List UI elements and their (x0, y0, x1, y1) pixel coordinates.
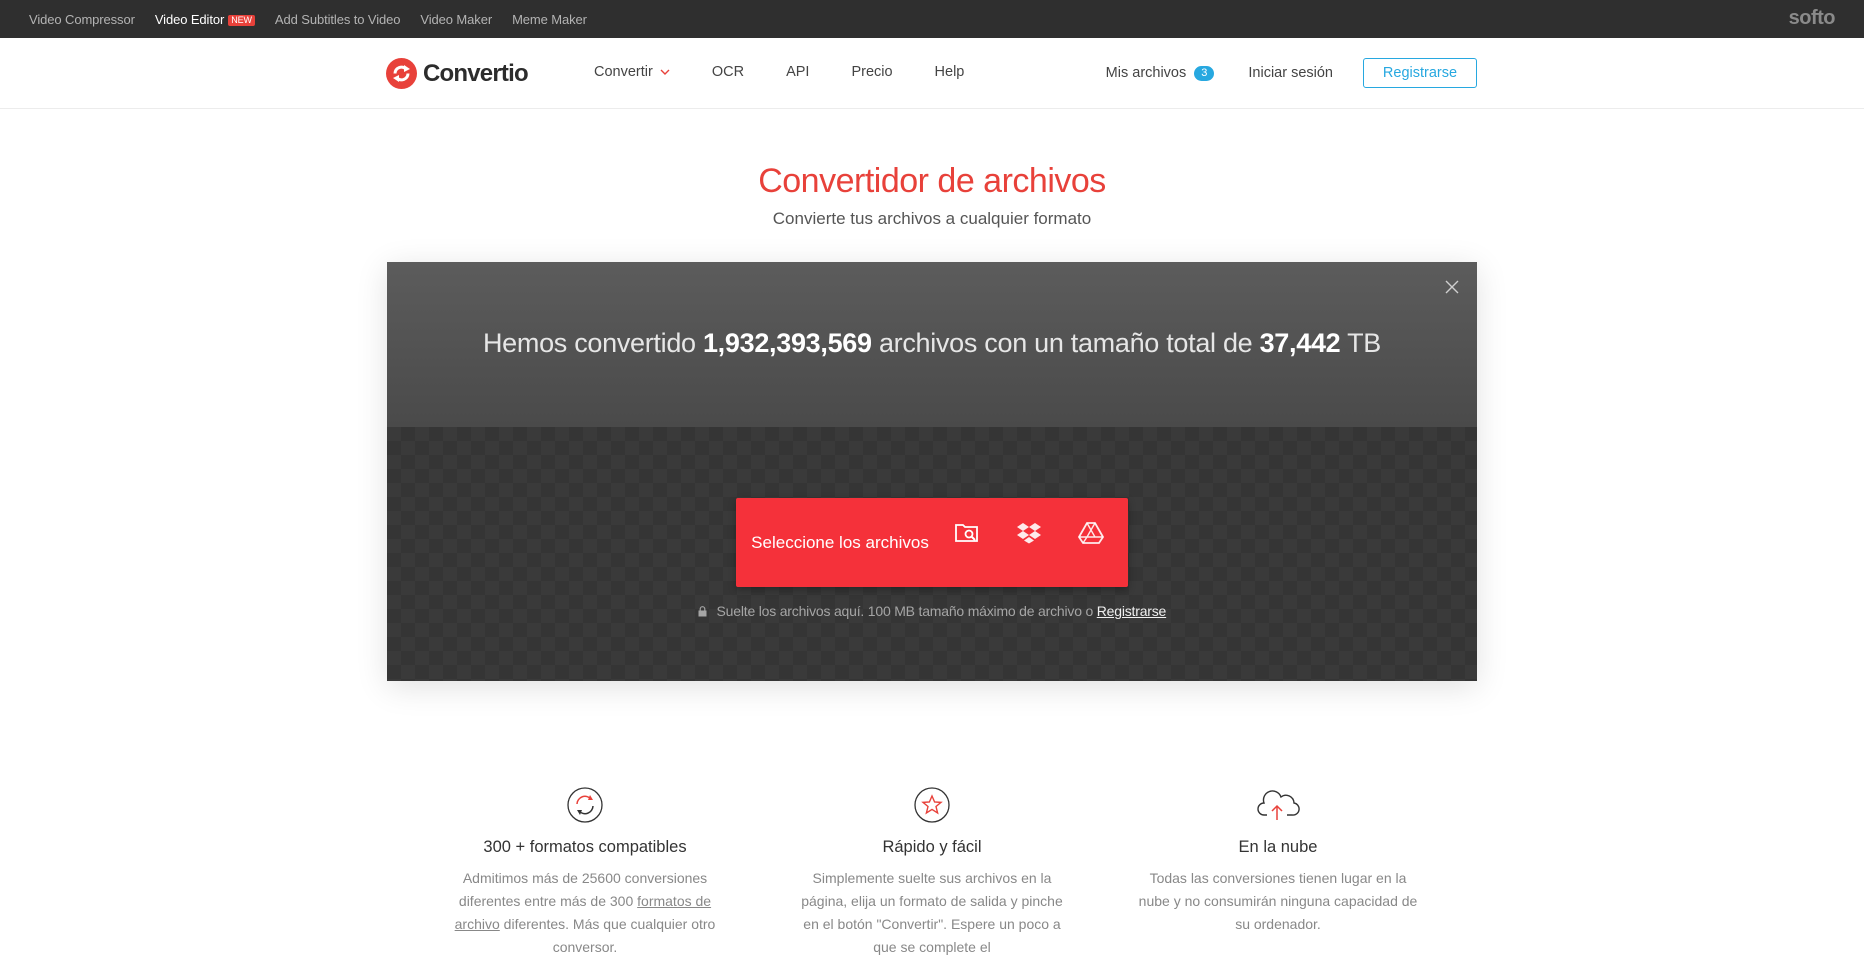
lock-icon (698, 606, 707, 617)
topbar-link-label: Video Editor (154, 11, 225, 27)
stats-panel: Hemos convertido 1,932,393,569 archivos … (387, 262, 1477, 427)
main-nav: Convertir OCR API Precio Help (594, 64, 1006, 80)
feature-fast-easy-text: Simplemente suelte sus archivos en la pá… (801, 870, 1063, 955)
page-title: Convertidor de archivos (758, 162, 1106, 200)
feature-fast-easy: Rápido y fácil Simplemente suelte sus ar… (792, 787, 1072, 959)
converter-box: Hemos convertido 1,932,393,569 archivos … (387, 262, 1477, 681)
feature-fast-easy-title: Rápido y fácil (882, 838, 982, 856)
stats-prefix: Hemos convertido (482, 328, 696, 358)
feature-cloud-text: Todas las conversiones tienen lugar en l… (1138, 870, 1418, 932)
refresh-icon (567, 787, 603, 823)
topbar-link-video-maker[interactable]: Video Maker (420, 12, 492, 27)
new-badge: NEW (228, 14, 255, 26)
page-subtitle: Convierte tus archivos a cualquier forma… (772, 209, 1092, 228)
feature-cloud: En la nube Todas las conversiones tienen… (1138, 787, 1418, 936)
cloud-upload-icon (1257, 790, 1300, 820)
total-size: 37,442 (1259, 328, 1341, 358)
nav-precio[interactable]: Precio (851, 64, 892, 80)
topbar-link-add-subtitles[interactable]: Add Subtitles to Video (275, 12, 401, 27)
nav-convertir[interactable]: Convertir (594, 64, 670, 80)
chevron-down-icon (660, 69, 670, 75)
drop-hint: Suelte los archivos aquí. 100 MB tamaño … (387, 603, 1477, 619)
google-drive-icon (1078, 521, 1104, 544)
my-files-link[interactable]: Mis archivos 3 (1106, 65, 1215, 81)
select-files-button[interactable]: Seleccione los archivos (736, 530, 936, 555)
local-folder-button[interactable] (936, 488, 998, 577)
top-product-bar: Video Compressor Video Editor NEW Add Sub… (0, 0, 1864, 38)
login-link[interactable]: Iniciar sesión (1248, 65, 1333, 81)
logo-text: Convertio (423, 59, 529, 87)
nav-ocr[interactable]: OCR (712, 64, 744, 80)
register-button[interactable]: Registrarse (1363, 58, 1477, 88)
convertio-logo[interactable]: Convertio (386, 58, 529, 89)
convertio-logo-icon (386, 58, 417, 89)
files-count: 1,932,393,569 (702, 328, 872, 358)
main-header: Convertio Convertir OCR API Precio Help … (0, 38, 1864, 109)
nav-api[interactable]: API (786, 64, 809, 80)
topbar-link-video-compressor[interactable]: Video Compressor (29, 12, 135, 27)
nav-help[interactable]: Help (935, 64, 965, 80)
folder-search-icon (955, 523, 978, 542)
feature-formats: 300 + formatos compatibles Admitimos más… (445, 787, 725, 959)
drop-zone[interactable]: Seleccione los archivos Suelte los archi… (387, 427, 1477, 681)
dropbox-icon (1017, 522, 1041, 543)
feature-formats-text-after: diferentes. Más que cualquier otro conve… (503, 916, 716, 955)
stats-middle: archivos con un tamaño total de (878, 328, 1253, 358)
drop-hint-register-link[interactable]: Registrarse (1097, 603, 1167, 619)
conversion-stats: Hemos convertido 1,932,393,569 archivos … (387, 328, 1477, 359)
feature-formats-text: Admitimos más de 25600 conversiones dife… (445, 867, 725, 959)
topbar-link-video-editor[interactable]: Video Editor NEW (155, 12, 255, 27)
star-icon (914, 787, 950, 823)
close-icon[interactable] (1443, 278, 1461, 296)
my-files-label: Mis archivos (1105, 65, 1187, 81)
drop-hint-text: Suelte los archivos aquí. 100 MB tamaño … (716, 603, 1094, 619)
feature-cloud-title: En la nube (1238, 838, 1318, 856)
account-nav: Mis archivos 3 Iniciar sesión Registrars… (1106, 58, 1477, 88)
softo-logo[interactable]: softo (1789, 7, 1836, 30)
google-drive-button[interactable] (1060, 488, 1122, 577)
size-unit: TB (1347, 328, 1382, 358)
file-select-bar: Seleccione los archivos (736, 498, 1128, 587)
nav-convertir-label: Convertir (594, 64, 653, 80)
my-files-count-badge: 3 (1194, 65, 1215, 81)
topbar-link-meme-maker[interactable]: Meme Maker (512, 12, 587, 27)
feature-formats-title: 300 + formatos compatibles (483, 838, 687, 856)
dropbox-button[interactable] (998, 488, 1060, 577)
